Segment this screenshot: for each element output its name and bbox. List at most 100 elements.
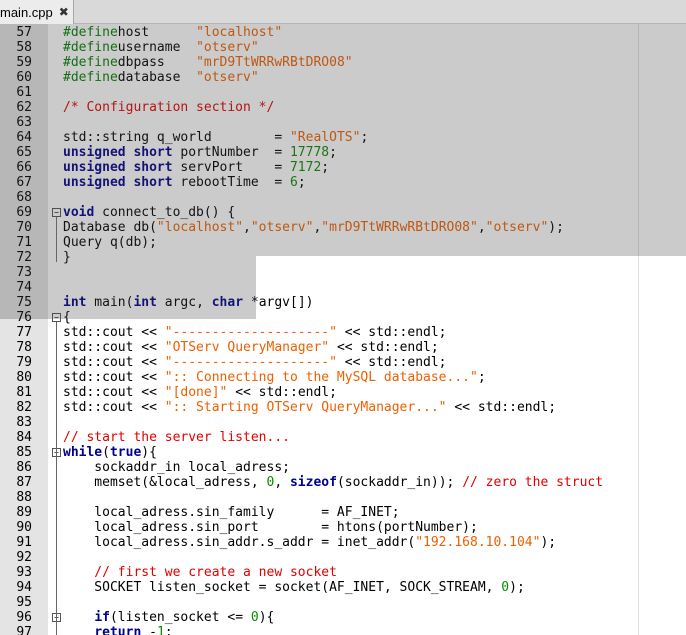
code-token: return <box>94 625 142 635</box>
code-token: Database db( <box>63 220 157 235</box>
code-line[interactable]: 95 <box>0 595 686 610</box>
line-number: 58 <box>16 40 32 55</box>
code-token: ( <box>102 445 110 460</box>
code-token: rebootTime = <box>172 175 290 190</box>
code-line[interactable]: 78 std::cout << "OTServ QueryManager" << … <box>0 340 686 355</box>
code-token: ){ <box>258 610 275 625</box>
line-number: 95 <box>16 595 32 610</box>
code-line[interactable]: 63 <box>0 115 686 130</box>
code-token: int <box>63 295 87 310</box>
close-icon[interactable]: ✖ <box>59 5 69 19</box>
fold-toggle-icon[interactable]: − <box>52 313 61 322</box>
code-line[interactable]: 89 local_adress.sin_family = AF_INET; <box>0 505 686 520</box>
fold-toggle-icon[interactable]: − <box>52 208 61 217</box>
code-text: memset(&local_adress, 0, sizeof(sockaddr… <box>63 475 603 490</box>
code-token: << std::endl; <box>329 340 439 355</box>
code-token: } <box>63 250 71 265</box>
code-line[interactable]: 62 /* Configuration section */ <box>0 100 686 115</box>
code-text: std::cout << ":: Starting OTServ QueryMa… <box>63 400 556 415</box>
code-token: 7172 <box>289 160 322 175</box>
code-token: // zero the struct <box>462 475 604 490</box>
line-number: 96 <box>16 610 32 625</box>
code-token: "[done]" <box>164 385 228 400</box>
code-text: int main(int argc, char *argv[]) <box>63 295 314 310</box>
code-line[interactable]: 64 std::string q_world = "RealOTS"; <box>0 130 686 145</box>
code-token: 17778 <box>289 145 330 160</box>
code-line[interactable]: 86 sockaddr_in local_adress; <box>0 460 686 475</box>
code-line[interactable]: 73 <box>0 265 686 280</box>
code-token: /* Configuration section */ <box>63 100 275 115</box>
code-line[interactable]: 61 <box>0 85 686 100</box>
tab-main-cpp[interactable]: main.cpp ✖ <box>0 0 74 24</box>
code-token: unsigned short <box>63 160 173 175</box>
line-number: 92 <box>16 550 32 565</box>
code-line[interactable]: 70 Database db("localhost","otserv","mrD9… <box>0 220 686 235</box>
code-line[interactable]: 71 Query q(db); <box>0 235 686 250</box>
code-line[interactable]: 82 std::cout << ":: Starting OTServ Query… <box>0 400 686 415</box>
code-token: sizeof <box>289 475 337 490</box>
code-line[interactable]: 69 − void connect_to_db() { <box>0 205 686 220</box>
code-token: ); <box>540 535 557 550</box>
code-token: std::cout << <box>63 370 165 385</box>
code-line[interactable]: 75 int main(int argc, char *argv[]) <box>0 295 686 310</box>
code-text: std::cout << "--------------------" << s… <box>63 355 447 370</box>
line-number: 73 <box>16 265 32 280</box>
code-text: #defineusername "otserv" <box>63 40 259 55</box>
code-line[interactable]: 59 #definedbpass "mrD9TtWRRwRBtDRO08" <box>0 55 686 70</box>
code-token: "mrD9TtWRRwRBtDRO08" <box>196 55 353 70</box>
code-line[interactable]: 97 return -1; <box>0 625 686 635</box>
code-line[interactable]: 91 local_adress.sin_addr.s_addr = inet_a… <box>0 535 686 550</box>
code-text: unsigned short servPort = 7172; <box>63 160 329 175</box>
line-number: 70 <box>16 220 32 235</box>
code-token: unsigned short <box>63 145 173 160</box>
code-line[interactable]: 96− if(listen_socket <= 0){ <box>0 610 686 625</box>
code-line[interactable]: 72} <box>0 250 686 265</box>
code-text: Query q(db); <box>63 235 157 250</box>
code-token: int <box>133 295 157 310</box>
code-token: portNumber = <box>172 145 290 160</box>
code-line[interactable]: 93 // first we create a new socket <box>0 565 686 580</box>
code-token: #define <box>63 40 118 55</box>
code-line[interactable]: 88 <box>0 490 686 505</box>
line-number: 67 <box>16 175 32 190</box>
code-text: sockaddr_in local_adress; <box>63 460 290 475</box>
line-number: 93 <box>16 565 32 580</box>
code-line[interactable]: 85−while(true){ <box>0 445 686 460</box>
code-line[interactable]: 79 std::cout << "--------------------" <<… <box>0 355 686 370</box>
code-line[interactable]: 66 unsigned short servPort = 7172; <box>0 160 686 175</box>
code-token: (listen_socket <= <box>109 610 251 625</box>
code-text: // start the server listen... <box>63 430 290 445</box>
code-token: ; <box>164 625 173 635</box>
line-number: 59 <box>16 55 32 70</box>
code-line[interactable]: 68 <box>0 190 686 205</box>
code-line[interactable]: 94 SOCKET listen_socket = socket(AF_INET… <box>0 580 686 595</box>
code-text: std::cout << "OTServ QueryManager" << st… <box>63 340 439 355</box>
code-line[interactable]: 65 unsigned short portNumber = 17778; <box>0 145 686 160</box>
code-text: // first we create a new socket <box>63 565 337 580</box>
code-editor[interactable]: 57 #definehost "localhost" 58 #defineuserna… <box>0 24 686 635</box>
code-line[interactable]: 90 local_adress.sin_port = htons(portNum… <box>0 520 686 535</box>
code-token: // first we create a new socket <box>63 565 337 580</box>
code-text: void connect_to_db() { <box>63 205 235 220</box>
code-token: ); <box>509 580 525 595</box>
code-token: ); <box>548 220 564 235</box>
code-line[interactable]: 87 memset(&local_adress, 0, sizeof(socka… <box>0 475 686 490</box>
code-line[interactable]: 84 // start the server listen... <box>0 430 686 445</box>
code-token: local_adress.sin_port = htons(portNumber… <box>63 520 478 535</box>
code-token: void <box>63 205 95 220</box>
code-line[interactable]: 60 #definedatabase "otserv" <box>0 70 686 85</box>
code-line[interactable]: 58 #defineusername "otserv" <box>0 40 686 55</box>
code-line[interactable]: 92 <box>0 550 686 565</box>
code-line[interactable]: 74 <box>0 280 686 295</box>
code-line[interactable]: 67 unsigned short rebootTime = 6; <box>0 175 686 190</box>
code-token: *argv[]) <box>243 295 314 310</box>
code-line[interactable]: 81 std::cout << "[done]" << std::endl; <box>0 385 686 400</box>
code-token: ; <box>360 130 369 145</box>
code-line[interactable]: 77 std::cout << "--------------------" <<… <box>0 325 686 340</box>
code-line[interactable]: 57 #definehost "localhost" <box>0 25 686 40</box>
code-token: #define <box>63 55 118 70</box>
code-line[interactable]: 80 std::cout << ":: Connecting to the MyS… <box>0 370 686 385</box>
code-line[interactable]: 83 <box>0 415 686 430</box>
code-line[interactable]: 76 −{ <box>0 310 686 325</box>
code-text: while(true){ <box>63 445 157 460</box>
